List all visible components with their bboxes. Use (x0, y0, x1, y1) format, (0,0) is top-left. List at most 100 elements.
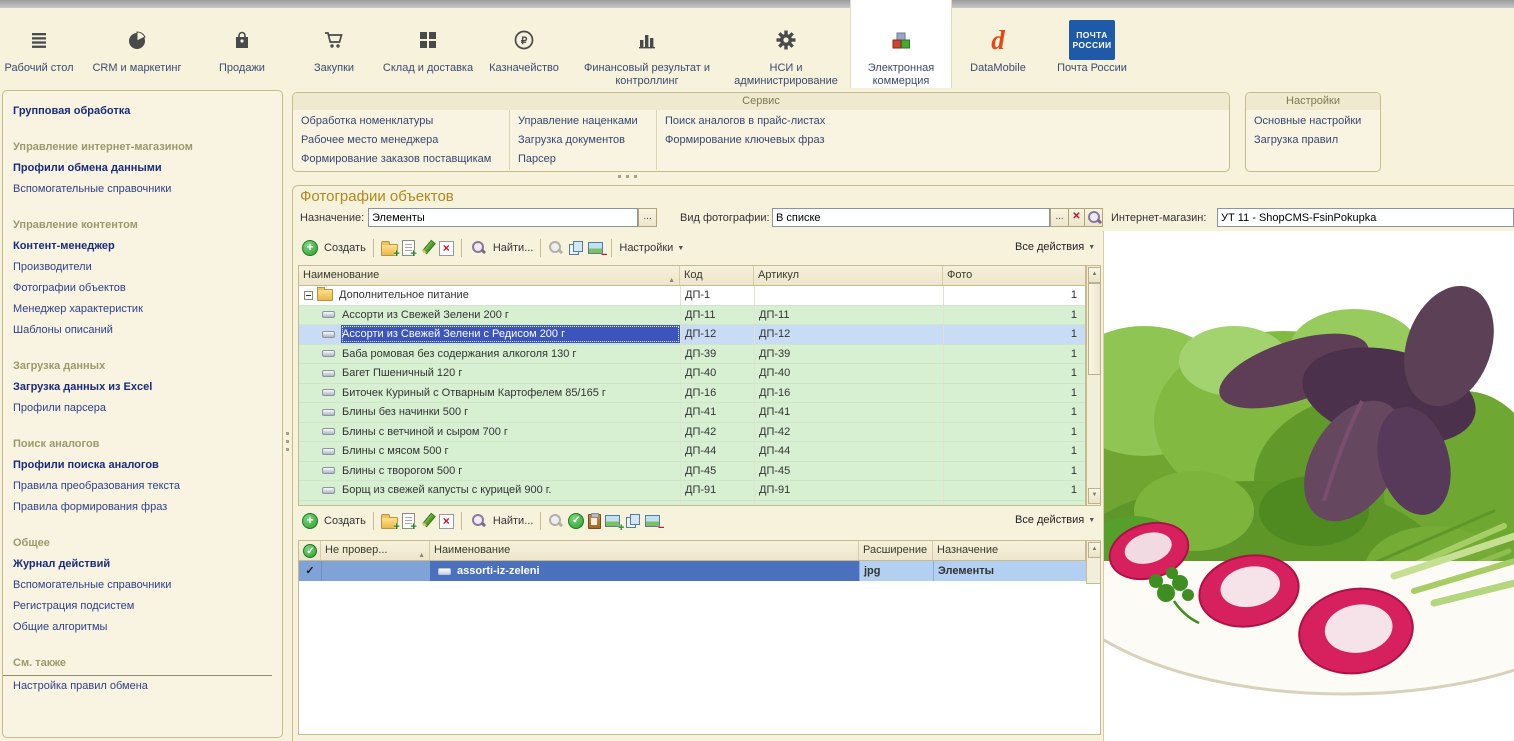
sidebar-item[interactable]: Правила формирования фраз (3, 497, 282, 518)
remove-image-icon[interactable] (645, 513, 664, 534)
sidebar-item[interactable]: Настройка правил обмена (3, 676, 282, 697)
table-row[interactable]: Биточек Куриный с Отварным Картофелем 85… (299, 383, 1085, 403)
table-row[interactable]: Ассорти из Свежей Зелени 200 г ДП-11 ДП-… (299, 305, 1085, 325)
files-scrollbar[interactable]: ▲ (1086, 540, 1101, 584)
scroll-down-button[interactable]: ▼ (1088, 488, 1101, 504)
service-command[interactable]: Рабочее место менеджера (301, 131, 501, 150)
sidebar-item[interactable]: Журнал действий (3, 554, 282, 575)
shop-filter-input[interactable] (1217, 208, 1514, 227)
check-verify-icon[interactable] (568, 513, 585, 529)
column-header-extension[interactable]: Расширение (859, 541, 933, 560)
settings-command[interactable]: Загрузка правил (1254, 131, 1372, 150)
sidebar-item[interactable]: Профили обмена данными (3, 158, 282, 179)
create-group-icon[interactable] (380, 241, 400, 260)
purpose-ellipsis-button[interactable]: ... (638, 208, 657, 227)
column-header-code[interactable]: Код (680, 266, 754, 285)
settings-command[interactable]: Основные настройки (1254, 112, 1372, 131)
table-row[interactable]: Борщ из свежей капусты с курицей 900 г. … (299, 481, 1085, 501)
find-button[interactable]: Найти... (467, 513, 536, 529)
service-command[interactable]: Формирование ключевых фраз (665, 131, 1221, 150)
catalog-scrollbar[interactable]: ▲ ▼ (1086, 265, 1101, 506)
sidebar-item[interactable]: Вспомогательные справочники (3, 179, 282, 200)
sidebar-item[interactable]: Общее (3, 533, 282, 554)
tab-datamobile[interactable]: d DataMobile (952, 8, 1044, 88)
create-group-icon[interactable] (380, 514, 400, 533)
settings-menu-button[interactable]: Настройки ▼ (617, 242, 686, 254)
tab-nsi-administration[interactable]: НСИ и администрирование (722, 8, 850, 88)
sidebar-item[interactable]: Правила преобразования текста (3, 476, 282, 497)
service-command[interactable]: Загрузка документов (518, 131, 648, 150)
table-row[interactable]: Ассорти из Свежей Зелени с Редисом 200 г… (299, 325, 1085, 345)
sidebar-item[interactable]: Загрузка данных из Excel (3, 377, 282, 398)
sidebar-item[interactable]: Контент-менеджер (3, 236, 282, 257)
tab-sales[interactable]: Продажи (196, 8, 288, 88)
sidebar-splitter-handle[interactable] (286, 432, 290, 458)
create-button[interactable]: Создать (298, 240, 368, 256)
view-ellipsis-button[interactable]: ... (1050, 208, 1069, 227)
column-header-photo[interactable]: Фото (943, 266, 1085, 285)
service-command[interactable]: Управление наценками (518, 112, 648, 131)
column-header-file-name[interactable]: Наименование (430, 541, 859, 560)
tab-ecommerce[interactable]: Электронная коммерция (850, 0, 952, 88)
create-button[interactable]: Создать (298, 513, 368, 529)
table-row[interactable]: Баба ромовая без содержания алкоголя 130… (299, 344, 1085, 364)
sidebar-item[interactable]: Управление интернет-магазином (3, 137, 282, 158)
sidebar-item[interactable]: Общие алгоритмы (3, 617, 282, 638)
view-filter-input[interactable] (772, 208, 1050, 227)
edit-pencil-icon[interactable] (419, 240, 435, 256)
copy-windows-icon[interactable] (568, 240, 584, 256)
delete-icon[interactable] (438, 514, 454, 529)
purpose-filter-input[interactable] (368, 208, 638, 227)
table-row[interactable]: Блины без начинки 500 г ДП-41 ДП-41 1 (299, 403, 1085, 423)
add-image-icon[interactable] (605, 513, 624, 534)
service-command[interactable]: Поиск аналогов в прайс-листах (665, 112, 1221, 131)
scroll-up-button[interactable]: ▲ (1088, 542, 1101, 558)
sidebar-item[interactable]: Шаблоны описаний (3, 320, 282, 341)
tab-purchases[interactable]: Закупки (288, 8, 380, 88)
sidebar-item[interactable]: Фотографии объектов (3, 278, 282, 299)
sidebar-item[interactable]: Менеджер характеристик (3, 299, 282, 320)
column-header-purpose[interactable]: Назначение (933, 541, 1085, 560)
table-row[interactable]: Блины с творогом 500 г ДП-45 ДП-45 1 (299, 461, 1085, 481)
delete-icon[interactable] (438, 241, 454, 256)
edit-pencil-icon[interactable] (419, 513, 435, 529)
sidebar-item[interactable]: Регистрация подсистем (3, 596, 282, 617)
copy-item-icon[interactable] (401, 240, 417, 260)
copy-windows-icon[interactable] (625, 513, 641, 529)
tab-warehouse-delivery[interactable]: Склад и доставка (380, 8, 476, 88)
clipboard-icon[interactable] (588, 512, 602, 529)
remove-image-icon[interactable] (588, 240, 607, 261)
scroll-up-button[interactable]: ▲ (1088, 267, 1101, 283)
table-row[interactable]: Багет Пшеничный 120 г ДП-40 ДП-40 1 (299, 364, 1085, 384)
sidebar-item[interactable]: Профили парсера (3, 398, 282, 419)
table-row[interactable]: Блины с мясом 500 г ДП-44 ДП-44 1 (299, 442, 1085, 462)
sidebar-item[interactable]: Вспомогательные справочники (3, 575, 282, 596)
tab-crm-marketing[interactable]: CRM и маркетинг (78, 8, 196, 88)
tree-collapse-icon[interactable] (304, 290, 313, 300)
sidebar-item[interactable]: Производители (3, 257, 282, 278)
copy-item-icon[interactable] (401, 513, 417, 533)
file-row[interactable]: ✓ assorti-iz-zeleni jpg Элементы (299, 561, 1100, 581)
sidebar-item[interactable]: Поиск аналогов (3, 434, 282, 455)
service-command[interactable]: Обработка номенклатуры (301, 112, 501, 131)
all-actions-button-top[interactable]: Все действия ▼ (1015, 241, 1095, 253)
table-row[interactable]: Бублики х 100 ДП-46 ДП-46 1 (299, 500, 1085, 505)
column-header-article[interactable]: Артикул (754, 266, 943, 285)
cancel-search-icon[interactable] (548, 240, 564, 256)
view-clear-button[interactable]: ✕ (1068, 208, 1085, 227)
all-actions-button-bottom[interactable]: Все действия ▼ (1015, 514, 1095, 526)
tab-desktop[interactable]: Рабочий стол (0, 8, 78, 88)
tab-treasury[interactable]: ₽ Казначейство (476, 8, 572, 88)
sidebar-item[interactable]: Профили поиска аналогов (3, 455, 282, 476)
table-row[interactable]: Дополнительное питание ДП-1 1 (299, 286, 1085, 306)
sidebar-item[interactable]: Загрузка данных (3, 356, 282, 377)
sidebar-item[interactable]: Групповая обработка (3, 101, 282, 122)
view-search-button[interactable] (1084, 208, 1103, 227)
column-header-name[interactable]: Наименование ▲ (299, 266, 680, 285)
table-row[interactable]: Блины с ветчиной и сыром 700 г ДП-42 ДП-… (299, 422, 1085, 442)
scrollbar-thumb[interactable] (1088, 283, 1101, 375)
tab-russian-post[interactable]: ПОЧТА РОССИИ Почта России (1044, 8, 1140, 88)
panel-splitter-handle[interactable] (618, 175, 644, 179)
sidebar-item[interactable]: Управление контентом (3, 215, 282, 236)
service-command[interactable]: Парсер (518, 150, 648, 169)
